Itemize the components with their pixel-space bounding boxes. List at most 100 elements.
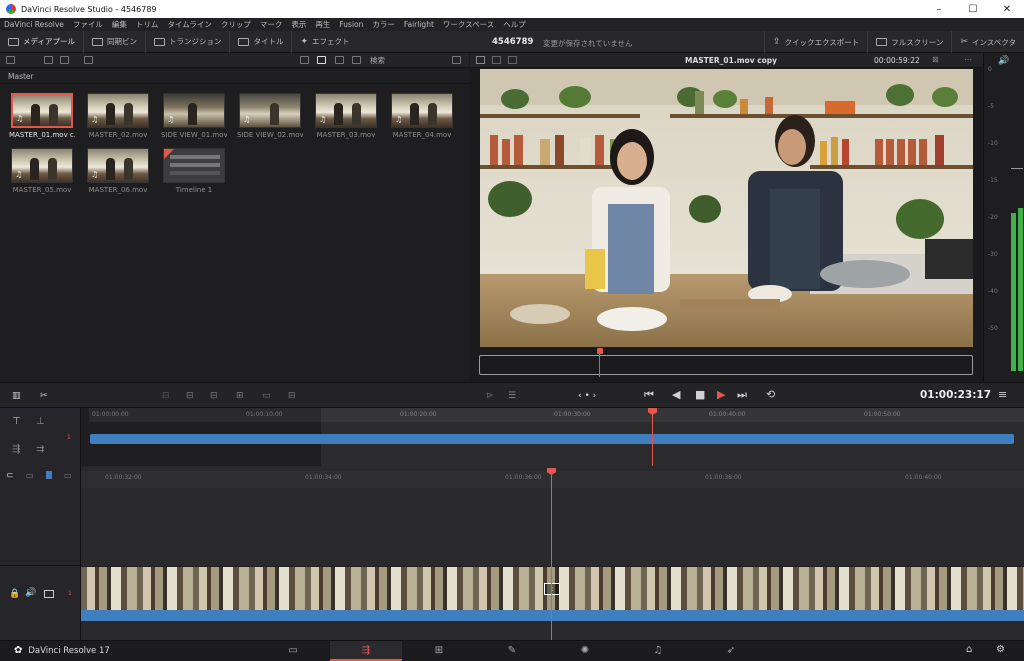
filmstrip-view-icon[interactable] bbox=[335, 56, 344, 64]
menu-view[interactable]: 表示 bbox=[287, 19, 311, 30]
viewer-mode-icon[interactable] bbox=[476, 56, 485, 64]
quick-export-button[interactable]: ⇪ クイックエクスポート bbox=[763, 31, 867, 53]
page-deliver-button[interactable]: ➶ bbox=[695, 641, 767, 661]
home-icon[interactable]: ⌂ bbox=[966, 644, 972, 655]
sort-icon[interactable] bbox=[452, 56, 461, 64]
flag-icon[interactable]: ▭ bbox=[64, 471, 72, 480]
viewer-options-icon[interactable]: ⋯ bbox=[964, 55, 972, 64]
close-up-icon[interactable]: ⊞ bbox=[236, 390, 244, 402]
link-icon[interactable]: ▭ bbox=[26, 471, 34, 480]
menu-help[interactable]: ヘルプ bbox=[499, 19, 531, 30]
source-overwrite-icon[interactable]: ⊟ bbox=[288, 390, 296, 402]
upper-timeline-clip[interactable] bbox=[90, 434, 1014, 444]
metadata-view-icon[interactable] bbox=[300, 56, 309, 64]
clip-master-03[interactable]: ♫ MASTER_03.mov bbox=[313, 93, 379, 139]
menu-clip[interactable]: クリップ bbox=[217, 19, 256, 30]
loop-icon[interactable]: ⟲ bbox=[766, 389, 775, 401]
menu-workspace[interactable]: ワークスペース bbox=[439, 19, 499, 30]
viewer-scrubber[interactable] bbox=[470, 347, 983, 382]
lock-icon[interactable]: 🔒 bbox=[9, 589, 20, 599]
append-icon[interactable]: ⊟ bbox=[186, 390, 194, 402]
reverse-play-icon[interactable]: ◀ bbox=[672, 389, 680, 401]
menu-trim[interactable]: トリム bbox=[132, 19, 164, 30]
clip-master-05[interactable]: ♫ MASTER_05.mov bbox=[9, 148, 75, 194]
search-field[interactable]: 検索 bbox=[370, 55, 385, 66]
track-video-icon[interactable] bbox=[44, 590, 54, 598]
media-pool-button[interactable]: メディアプール bbox=[0, 30, 84, 53]
page-color-button[interactable]: ✺ bbox=[549, 641, 621, 661]
import-folder-icon[interactable] bbox=[60, 56, 69, 64]
scrub-bar[interactable] bbox=[479, 355, 973, 375]
transitions-button[interactable]: トランジション bbox=[146, 30, 231, 53]
source-tape-icon[interactable] bbox=[492, 56, 501, 64]
fullscreen-button[interactable]: フルスクリーン bbox=[867, 31, 951, 53]
ripple-overwrite-icon[interactable]: ⊟ bbox=[210, 390, 218, 402]
list-view-icon[interactable] bbox=[352, 56, 361, 64]
audio-note-icon: ♫ bbox=[167, 115, 175, 124]
transport-menu-icon[interactable]: ≡ bbox=[998, 389, 1007, 401]
timeline-viewer-icon[interactable] bbox=[508, 56, 517, 64]
fast-review-icon[interactable]: ⊳ bbox=[486, 390, 494, 402]
window-title: DaVinci Resolve Studio - 4546789 bbox=[21, 4, 157, 14]
safe-area-icon[interactable]: ⊠ bbox=[932, 55, 939, 64]
scrubber-playhead[interactable] bbox=[597, 348, 603, 354]
menu-davinci[interactable]: DaVinci Resolve bbox=[0, 20, 69, 29]
page-edit-button[interactable]: ⊞ bbox=[403, 641, 475, 661]
stop-icon[interactable]: ■ bbox=[695, 389, 705, 401]
menu-timeline[interactable]: タイムライン bbox=[163, 19, 216, 30]
marker-icon[interactable] bbox=[46, 471, 52, 479]
place-on-top-icon[interactable]: ▭ bbox=[262, 390, 271, 402]
play-icon[interactable]: ▶ bbox=[717, 389, 725, 401]
track-audio-icon[interactable]: 🔊 bbox=[25, 588, 36, 598]
page-fusion-button[interactable]: ✎ bbox=[476, 641, 548, 661]
clip-master-02[interactable]: ♫ MASTER_02.mov bbox=[85, 93, 151, 139]
snap-icon[interactable]: ⊤ bbox=[12, 416, 21, 427]
panel-toggle-icon[interactable] bbox=[6, 56, 15, 64]
page-cut-button[interactable]: ⇶ bbox=[330, 641, 402, 661]
import-media-icon[interactable] bbox=[44, 56, 53, 64]
menu-file[interactable]: ファイル bbox=[69, 19, 108, 30]
go-to-end-icon[interactable]: ⏭ bbox=[737, 389, 747, 401]
speaker-icon[interactable]: 🔊 bbox=[998, 56, 1009, 66]
sync-bin-button[interactable]: 同期ビン bbox=[84, 30, 146, 53]
effects-button[interactable]: ✦ エフェクト bbox=[292, 31, 357, 53]
menu-fusion[interactable]: Fusion bbox=[335, 20, 368, 29]
lower-timeline[interactable]: ⊂ ▭ ▭ 🔒 🔊 1 01:00:32:00 01:00:34:00 01:0… bbox=[0, 466, 1024, 640]
menu-fairlight[interactable]: Fairlight bbox=[400, 20, 439, 29]
maximize-button[interactable]: ☐ bbox=[956, 4, 990, 15]
split-icon[interactable]: ⊥ bbox=[36, 416, 45, 427]
clip-name: MASTER_04.mov bbox=[392, 131, 452, 139]
timeline-1[interactable]: Timeline 1 bbox=[161, 148, 227, 194]
zoom-out-icon[interactable]: ⇶ bbox=[12, 444, 20, 455]
settings-gear-icon[interactable]: ⚙ bbox=[996, 644, 1005, 655]
clip-master-01[interactable]: ♫ MASTER_01.mov c... bbox=[9, 93, 75, 139]
close-button[interactable]: ✕ bbox=[990, 4, 1024, 15]
loop-options-icon[interactable]: ☰ bbox=[508, 390, 516, 402]
menu-color[interactable]: カラー bbox=[368, 19, 400, 30]
audio-clip[interactable] bbox=[81, 610, 1024, 621]
audio-waveform-icon[interactable]: ▥ bbox=[12, 390, 21, 402]
titles-button[interactable]: タイトル bbox=[230, 30, 293, 53]
menu-playback[interactable]: 再生 bbox=[311, 19, 335, 30]
razor-icon[interactable]: ✂ bbox=[40, 390, 48, 402]
thumbnail-view-icon[interactable] bbox=[317, 56, 326, 64]
inspector-button[interactable]: ✂ インスペクタ bbox=[951, 31, 1024, 53]
clip-side-view-01[interactable]: ♫ SIDE VIEW_01.mov bbox=[161, 93, 227, 139]
magnet-icon[interactable]: ⊂ bbox=[6, 471, 14, 481]
clip-master-06[interactable]: ♫ MASTER_06.mov bbox=[85, 148, 151, 194]
sync-icon[interactable] bbox=[84, 56, 93, 64]
smart-insert-icon[interactable]: ⊟ bbox=[162, 390, 170, 402]
viewer-frame[interactable] bbox=[480, 69, 973, 347]
page-media-button[interactable]: ▭ bbox=[257, 641, 329, 661]
page-fairlight-button[interactable]: ♫ bbox=[622, 641, 694, 661]
zoom-in-icon[interactable]: ⇉ bbox=[36, 444, 44, 455]
menu-edit[interactable]: 編集 bbox=[108, 19, 132, 30]
go-to-start-icon[interactable]: ⏮ bbox=[644, 389, 654, 401]
cut-point-icon[interactable]: : bbox=[544, 583, 560, 595]
upper-timeline[interactable]: ⊤ ⊥ ⇶ ⇉ 1 01:00:00:00 01:00:10:00 01:00:… bbox=[0, 408, 1024, 466]
clip-side-view-02[interactable]: ♫ SIDE VIEW_02.mov bbox=[237, 93, 303, 139]
jog-wheel-icon[interactable]: ‹ • › bbox=[578, 390, 596, 402]
clip-master-04[interactable]: ♫ MASTER_04.mov bbox=[389, 93, 455, 139]
minimize-button[interactable]: – bbox=[922, 4, 956, 15]
menu-mark[interactable]: マーク bbox=[256, 19, 288, 30]
